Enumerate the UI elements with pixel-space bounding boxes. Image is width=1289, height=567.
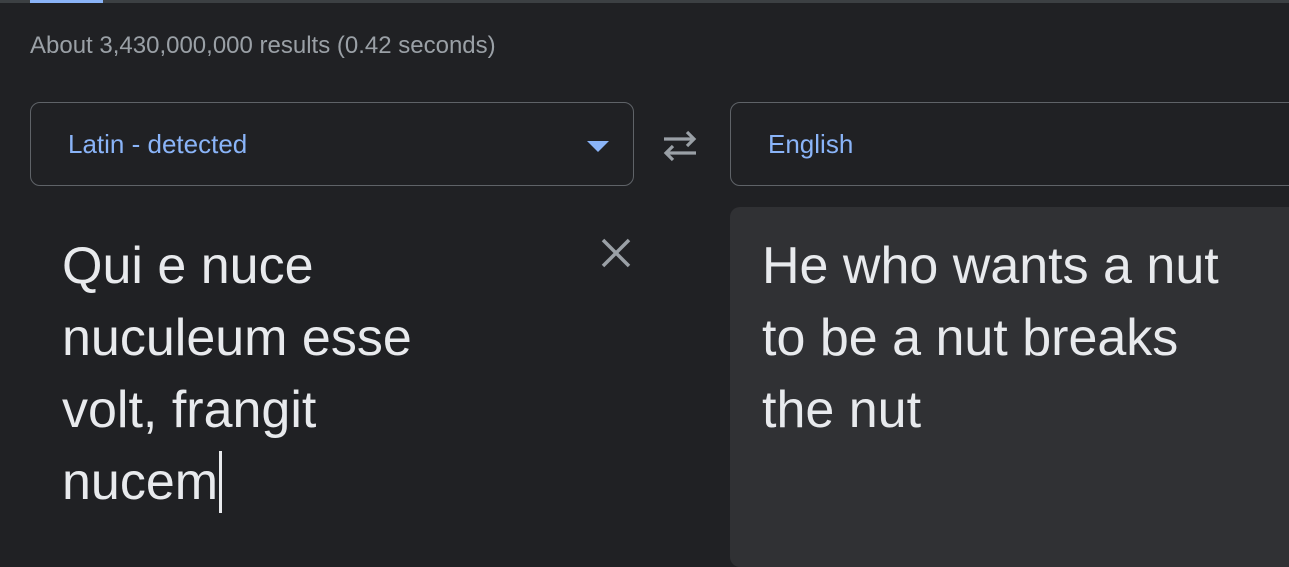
source-language-select[interactable]: Latin - detected — [30, 102, 634, 186]
source-text-input[interactable]: Qui e nuce nuculeum esse volt, frangit n… — [62, 230, 562, 518]
text-caret — [219, 451, 223, 513]
swap-languages-button[interactable] — [656, 124, 704, 168]
clear-text-button[interactable] — [596, 233, 636, 273]
target-language-select[interactable]: English — [730, 102, 1289, 186]
close-icon — [601, 238, 631, 268]
source-text: Qui e nuce nuculeum esse volt, frangit n… — [62, 237, 412, 511]
active-tab-indicator — [30, 0, 103, 3]
results-stats: About 3,430,000,000 results (0.42 second… — [30, 32, 496, 59]
swap-languages-icon — [663, 130, 697, 162]
source-language-label: Latin - detected — [68, 129, 248, 159]
target-language-label: English — [768, 129, 854, 159]
tab-divider — [0, 0, 1289, 3]
chevron-down-icon — [587, 141, 609, 152]
translation-output-panel: He who wants a nut to be a nut breaks th… — [730, 207, 1289, 567]
translated-text: He who wants a nut to be a nut breaks th… — [762, 237, 1219, 439]
